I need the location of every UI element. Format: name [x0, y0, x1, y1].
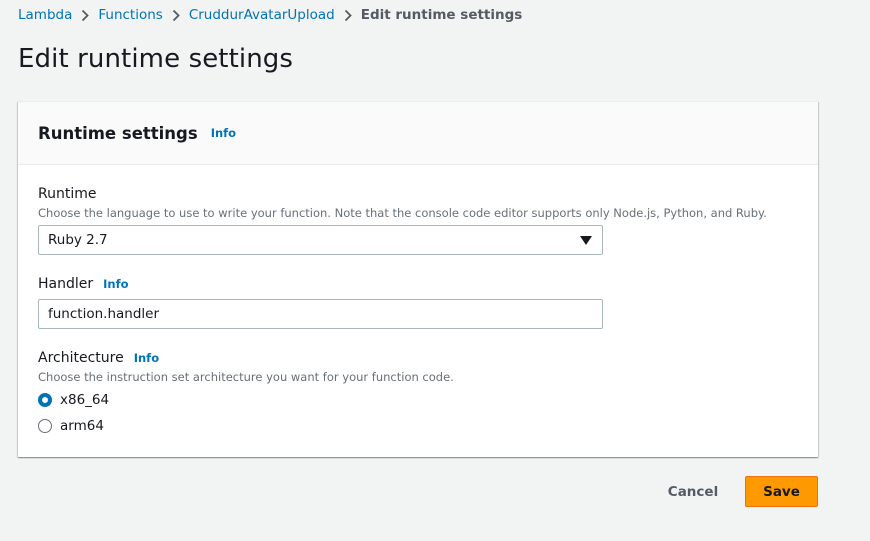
- radio-checked-icon[interactable]: [38, 393, 52, 407]
- runtime-label-text: Runtime: [38, 186, 97, 202]
- handler-label-text: Handler: [38, 276, 94, 292]
- chevron-right-icon: [163, 9, 189, 22]
- save-button[interactable]: Save: [745, 476, 818, 507]
- chevron-right-icon: [335, 9, 361, 22]
- chevron-right-icon: [72, 9, 98, 22]
- cancel-button[interactable]: Cancel: [652, 477, 734, 507]
- breadcrumb-functions[interactable]: Functions: [98, 7, 162, 23]
- architecture-label: Architecture Info: [38, 350, 159, 366]
- runtime-select-value: Ruby 2.7: [48, 232, 108, 248]
- panel-title: Runtime settings: [38, 123, 198, 143]
- radio-label-x86-64: x86_64: [60, 392, 110, 408]
- runtime-label: Runtime: [38, 186, 96, 202]
- architecture-description: Choose the instruction set architecture …: [38, 370, 454, 384]
- breadcrumb-current: Edit runtime settings: [360, 7, 523, 23]
- handler-label: Handler Info: [38, 276, 129, 292]
- handler-input[interactable]: [38, 299, 603, 329]
- runtime-settings-panel: Runtime settings Info Runtime Choose the…: [18, 101, 818, 457]
- radio-option-arm64[interactable]: arm64: [38, 418, 104, 434]
- radio-label-arm64: arm64: [60, 418, 104, 434]
- radio-unchecked-icon[interactable]: [38, 419, 52, 433]
- breadcrumb-lambda[interactable]: Lambda: [18, 7, 72, 23]
- architecture-label-text: Architecture: [38, 350, 124, 366]
- handler-info-link[interactable]: Info: [103, 277, 128, 291]
- runtime-description: Choose the language to use to write your…: [38, 206, 767, 220]
- breadcrumb: Lambda Functions CruddurAvatarUpload Edi…: [18, 6, 522, 24]
- page-title: Edit runtime settings: [18, 44, 294, 74]
- runtime-select[interactable]: Ruby 2.7: [38, 225, 603, 255]
- radio-option-x86-64[interactable]: x86_64: [38, 392, 109, 408]
- caret-down-icon: [580, 236, 592, 245]
- architecture-info-link[interactable]: Info: [134, 351, 159, 365]
- runtime-settings-info-link[interactable]: Info: [211, 126, 236, 140]
- breadcrumb-function-name[interactable]: CruddurAvatarUpload: [189, 7, 335, 23]
- panel-header: Runtime settings Info: [18, 102, 818, 165]
